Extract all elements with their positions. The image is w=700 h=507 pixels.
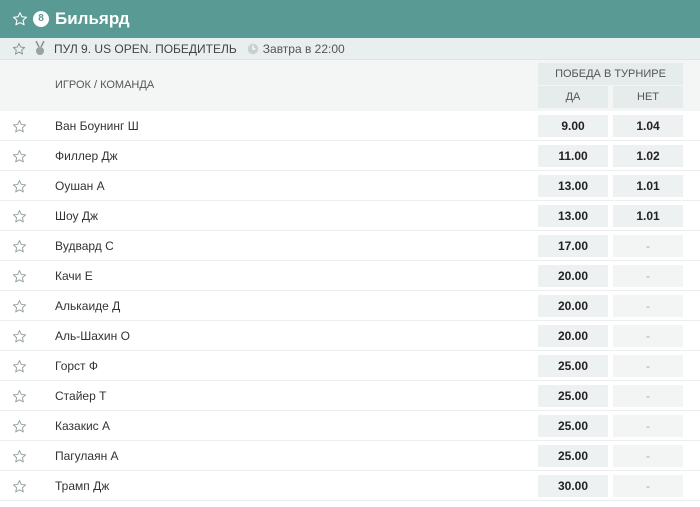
table-row: Оушан А 13.00 1.01 [0,171,700,201]
table-row: Пагулаян А 25.00- [0,441,700,471]
table-row: Ван Боунинг Ш 9.00 1.04 [0,111,700,141]
row-favorite-star-icon[interactable] [12,239,27,254]
table-row: Стайер Т 25.00- [0,381,700,411]
odd-no-button[interactable]: 1.01 [613,175,683,197]
odd-no-button: - [613,235,683,257]
event-name[interactable]: ПУЛ 9. US OPEN. ПОБЕДИТЕЛЬ [54,42,237,56]
row-favorite-star-icon[interactable] [12,179,27,194]
odd-yes-button[interactable]: 20.00 [538,325,608,347]
player-name: Пагулаян А [55,449,119,463]
table-row: Качи Е 20.00- [0,261,700,291]
player-name: Алькаиде Д [55,299,121,313]
sport-header: 8 Бильярд [0,0,700,38]
event-header: ПУЛ 9. US OPEN. ПОБЕДИТЕЛЬ Завтра в 22:0… [0,38,700,60]
odd-yes-button[interactable]: 25.00 [538,445,608,467]
odd-yes-button[interactable]: 11.00 [538,145,608,167]
player-name: Казакис А [55,419,110,433]
odd-yes-button[interactable]: 9.00 [538,115,608,137]
player-name: Аль-Шахин О [55,329,130,343]
event-favorite-star-icon[interactable] [12,42,26,56]
yes-column-header: ДА [538,86,608,108]
table-row: Алькаиде Д 20.00- [0,291,700,321]
player-name: Шоу Дж [55,209,99,223]
column-headers: ИГРОК / КОМАНДА ПОБЕДА В ТУРНИРЕ ДА НЕТ [0,60,700,111]
row-favorite-star-icon[interactable] [12,269,27,284]
row-favorite-star-icon[interactable] [12,209,27,224]
table-row: Шоу Дж 13.00 1.01 [0,201,700,231]
row-favorite-star-icon[interactable] [12,149,27,164]
row-favorite-star-icon[interactable] [12,119,27,134]
player-name: Ван Боунинг Ш [55,119,139,133]
odd-no-button[interactable]: 1.02 [613,145,683,167]
odd-no-button: - [613,355,683,377]
odd-yes-button[interactable]: 13.00 [538,175,608,197]
event-time: Завтра в 22:00 [262,41,345,56]
table-row: Горст Ф 25.00- [0,351,700,381]
odd-yes-button[interactable]: 30.00 [538,475,608,497]
odd-no-button: - [613,445,683,467]
player-name: Качи Е [55,269,93,283]
odd-no-button: - [613,295,683,317]
no-column-header: НЕТ [613,86,683,108]
table-row: Вудвард С 17.00- [0,231,700,261]
row-favorite-star-icon[interactable] [12,419,27,434]
sport-title: Бильярд [55,9,130,28]
medal-icon [34,41,46,56]
table-row: Филлер Дж 11.00 1.02 [0,141,700,171]
player-name: Стайер Т [55,389,107,403]
player-name: Филлер Дж [55,149,118,163]
odd-no-button[interactable]: 1.04 [613,115,683,137]
billiard-ball-icon: 8 [33,11,49,27]
row-favorite-star-icon[interactable] [12,329,27,344]
odd-yes-button[interactable]: 13.00 [538,205,608,227]
row-favorite-star-icon[interactable] [12,479,27,494]
favorite-star-icon[interactable] [12,11,28,27]
odd-no-button: - [613,265,683,287]
market-header: ПОБЕДА В ТУРНИРЕ [538,63,683,85]
odds-table: Ван Боунинг Ш 9.00 1.04 Филлер Дж 11.00 1.02 О… [0,111,700,501]
player-name: Горст Ф [55,359,98,373]
row-favorite-star-icon[interactable] [12,449,27,464]
clock-icon [247,43,259,55]
odd-yes-button[interactable]: 25.00 [538,415,608,437]
odd-no-button[interactable]: 1.01 [613,205,683,227]
odd-no-button: - [613,385,683,407]
row-favorite-star-icon[interactable] [12,359,27,374]
player-name: Оушан А [55,179,105,193]
table-row: Трамп Дж 30.00- [0,471,700,501]
odd-no-button: - [613,415,683,437]
odd-no-button: - [613,475,683,497]
odd-yes-button[interactable]: 20.00 [538,265,608,287]
player-column-header: ИГРОК / КОМАНДА [55,79,155,91]
player-name: Трамп Дж [55,479,110,493]
odd-yes-button[interactable]: 20.00 [538,295,608,317]
odd-yes-button[interactable]: 25.00 [538,385,608,407]
row-favorite-star-icon[interactable] [12,299,27,314]
row-favorite-star-icon[interactable] [12,389,27,404]
odd-yes-button[interactable]: 17.00 [538,235,608,257]
player-name: Вудвард С [55,239,114,253]
odd-yes-button[interactable]: 25.00 [538,355,608,377]
odd-no-button: - [613,325,683,347]
table-row: Казакис А 25.00- [0,411,700,441]
table-row: Аль-Шахин О 20.00- [0,321,700,351]
